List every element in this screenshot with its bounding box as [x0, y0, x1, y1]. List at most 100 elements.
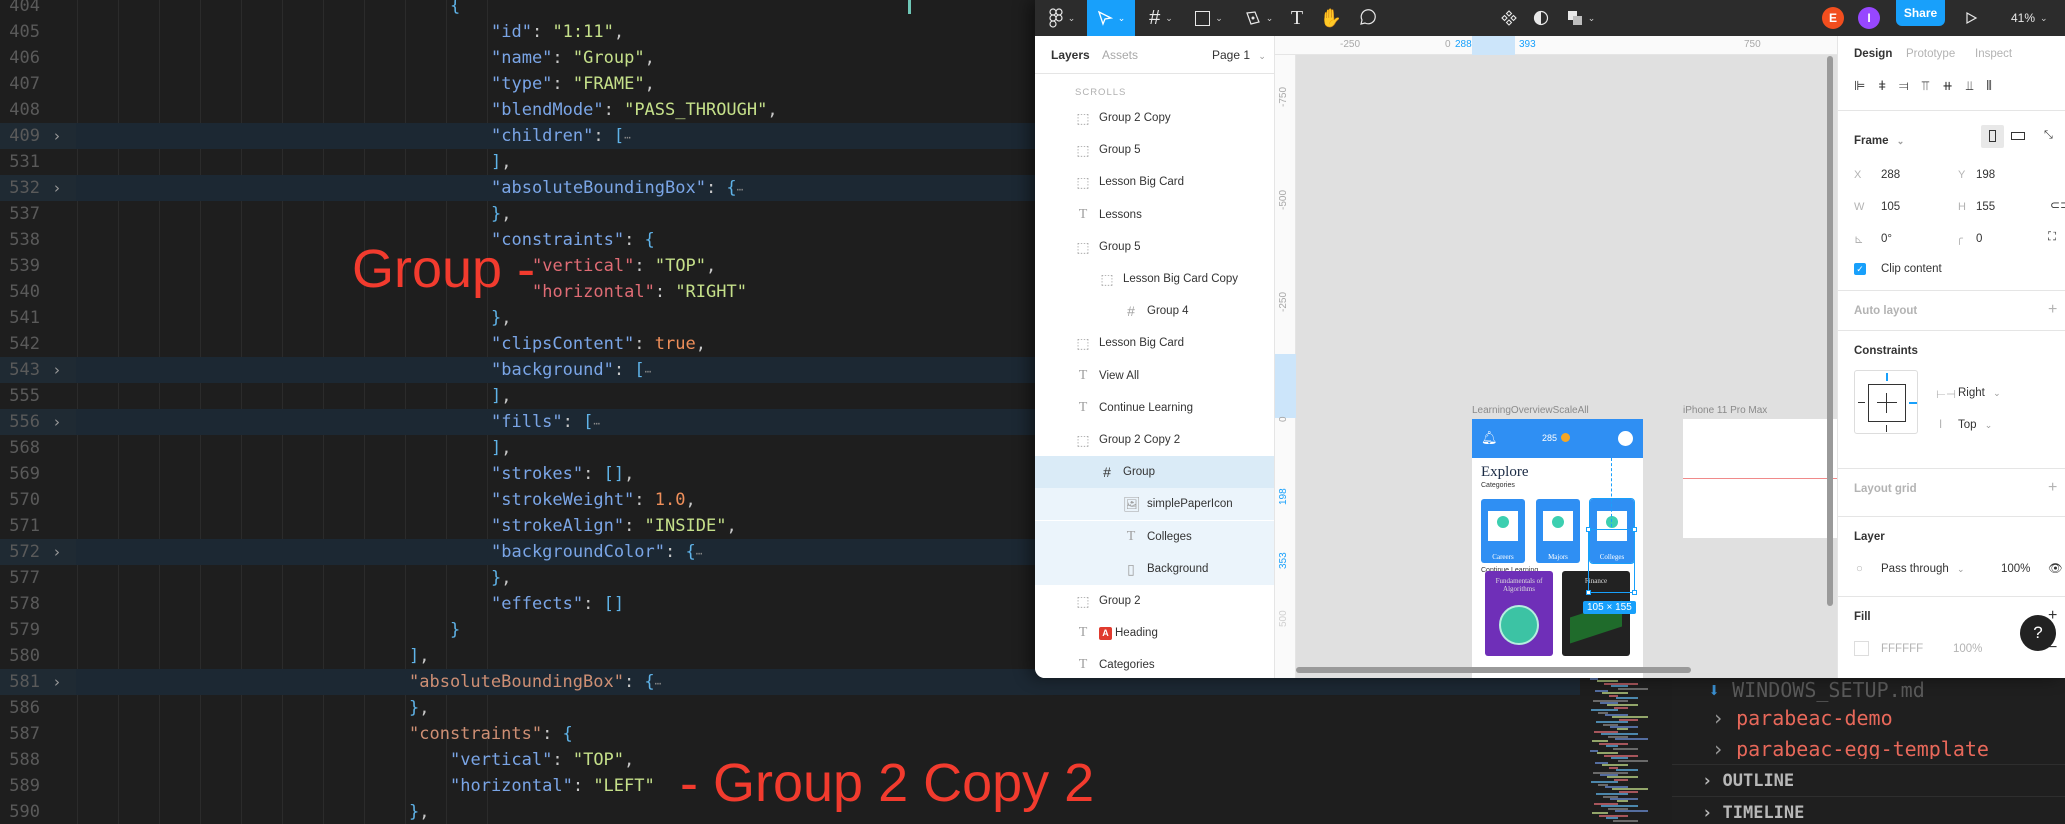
comment-tool-button[interactable] [1351, 0, 1383, 36]
layer-item[interactable]: ⬚ Group 2 Copy 2 [1035, 424, 1274, 456]
layer-item[interactable]: ⬚ Group 2 Copy [1035, 102, 1274, 134]
distribute-icon[interactable]: ⫴ [1986, 78, 1991, 94]
fold-chevron-icon[interactable]: › [54, 669, 60, 695]
layer-item[interactable]: ⬚ Group 5 [1035, 134, 1274, 166]
frame-dropdown[interactable]: Frame ⌄ [1854, 135, 1904, 147]
selection-box[interactable] [1588, 529, 1635, 593]
layer-item[interactable]: T Continue Learning [1035, 392, 1274, 424]
help-button[interactable]: ? [2020, 615, 2056, 651]
tab-inspect[interactable]: Inspect [1975, 48, 2012, 60]
vertical-constraint-dropdown[interactable]: Top ⌄ [1958, 419, 1992, 431]
explorer-folder-parabeac-egg-template[interactable]: › parabeac-egg-template [1712, 737, 1989, 759]
y-input[interactable]: 198 [1976, 169, 1995, 181]
resize-handle[interactable] [1632, 590, 1637, 595]
horizontal-scrollbar[interactable] [1296, 667, 1691, 673]
layer-item[interactable]: T Lessons [1035, 199, 1274, 231]
layer-item[interactable]: # Group 4 [1035, 295, 1274, 327]
layer-opacity-input[interactable]: 100% [2001, 563, 2030, 575]
clip-content-checkbox[interactable]: ✓ [1854, 263, 1866, 275]
align-left-icon[interactable]: ⊫ [1854, 78, 1865, 94]
align-bottom-icon[interactable]: ⫫ [1966, 78, 1973, 94]
timeline-section[interactable]: › TIMELINE [1672, 796, 2065, 824]
frame2-label[interactable]: iPhone 11 Pro Max [1683, 405, 1767, 416]
layer-item[interactable]: 🖼︎ simplePaperIcon [1035, 488, 1274, 521]
avatar-e[interactable]: E [1822, 7, 1844, 29]
fold-chevron-icon[interactable]: › [54, 123, 60, 149]
align-top-icon[interactable]: ⫪ [1922, 78, 1929, 94]
fill-swatch[interactable] [1854, 641, 1869, 656]
layer-item[interactable]: ⬚ Lesson Big Card Copy [1035, 263, 1274, 295]
avatar-i[interactable]: I [1858, 7, 1880, 29]
shape-tool-button[interactable]: ⌄ [1187, 0, 1231, 36]
x-input[interactable]: 288 [1881, 169, 1900, 181]
independent-corners-icon[interactable]: ⛶ [2048, 231, 2056, 244]
align-h-center-icon[interactable]: ǂ [1878, 78, 1886, 94]
fill-opacity-input[interactable]: 100% [1953, 643, 1982, 655]
fill-hex-input[interactable]: FFFFFF [1881, 643, 1923, 655]
align-right-icon[interactable]: ⫤ [1899, 78, 1909, 94]
rotation-input[interactable]: 0° [1881, 233, 1892, 245]
tab-design[interactable]: Design [1854, 48, 1892, 60]
text-tool-button[interactable]: T [1283, 0, 1311, 36]
layer-item[interactable]: ⬚ Lesson Big Card [1035, 166, 1274, 198]
resize-handle[interactable] [1586, 590, 1591, 595]
width-input[interactable]: 105 [1881, 201, 1900, 213]
vertical-scrollbar[interactable] [1827, 56, 1833, 606]
fold-chevron-icon[interactable]: › [54, 175, 60, 201]
share-button[interactable]: Share [1896, 0, 1945, 26]
align-v-center-icon[interactable]: ⧺ [1942, 78, 1953, 94]
landscape-icon[interactable] [2011, 132, 2025, 140]
horizontal-constraint-dropdown[interactable]: Right ⌄ [1958, 387, 2001, 399]
portrait-button[interactable] [1981, 125, 2004, 148]
blend-mode-dropdown[interactable]: Pass through ⌄ [1881, 563, 1965, 575]
tab-layers[interactable]: Layers [1051, 48, 1090, 62]
move-tool-button[interactable]: ⌄ [1087, 0, 1135, 36]
canvas[interactable]: -250 0 288 393 750 -750 -500 -250 0 198 … [1275, 36, 1837, 678]
fold-chevron-icon[interactable]: › [54, 357, 60, 383]
layer-item[interactable]: # Group [1035, 456, 1274, 489]
boolean-groups-button[interactable]: ⌄ [1561, 0, 1601, 36]
explorer-folder-parabeac-demo[interactable]: › parabeac-demo [1712, 706, 1893, 730]
explorer-file[interactable]: ⬇ WINDOWS_SETUP.md [1708, 678, 1925, 702]
star-coin-icon [1561, 433, 1570, 442]
layer-label: Lesson Big Card [1099, 176, 1185, 189]
page-selector[interactable]: Page 1 ⌄ [1212, 48, 1266, 62]
resize-handle[interactable] [1632, 527, 1637, 532]
layer-item[interactable]: T Categories [1035, 649, 1274, 678]
layer-item[interactable]: ⬚ Group 5 [1035, 231, 1274, 263]
iphone-frame[interactable] [1683, 419, 1837, 538]
zoom-dropdown[interactable]: 41% ⌄ [2003, 0, 2065, 36]
outline-section[interactable]: › OUTLINE [1672, 764, 2065, 796]
frame-label[interactable]: LearningOverviewScaleAll [1472, 405, 1589, 416]
resize-handle[interactable] [1586, 527, 1591, 532]
add-auto-layout-button[interactable]: + [2048, 301, 2057, 319]
fold-chevron-icon[interactable]: › [54, 539, 60, 565]
fold-chevron-icon[interactable]: › [54, 409, 60, 435]
eye-icon[interactable]: 👁︎ [2048, 561, 2063, 575]
components-button[interactable] [1493, 0, 1525, 36]
minimap[interactable] [1560, 678, 1670, 824]
mask-button[interactable] [1525, 0, 1557, 36]
tab-prototype[interactable]: Prototype [1906, 48, 1955, 60]
layer-item[interactable]: ▯ Background [1035, 552, 1274, 585]
main-menu-button[interactable]: ⌄ [1035, 0, 1089, 36]
present-button[interactable] [1957, 0, 1985, 36]
layer-item[interactable]: ⬚ Group 2 [1035, 585, 1274, 617]
add-layout-grid-button[interactable]: + [2048, 479, 2057, 497]
layer-item[interactable]: ⬚ Lesson Big Card [1035, 327, 1274, 359]
chevron-down-icon: ⌄ [1165, 12, 1173, 23]
constraints-widget[interactable] [1854, 370, 1918, 434]
layer-item[interactable]: T A Heading [1035, 617, 1274, 649]
tab-assets[interactable]: Assets [1102, 48, 1138, 62]
resize-to-fit-icon[interactable]: ⤡ [2044, 129, 2053, 142]
constrain-proportions-icon[interactable]: ⊂⊃ [2050, 198, 2065, 212]
layer-item[interactable]: T View All [1035, 360, 1274, 392]
layer-item[interactable]: T Colleges [1035, 520, 1274, 553]
hand-tool-button[interactable]: ✋ [1315, 0, 1347, 36]
height-input[interactable]: 155 [1976, 201, 1995, 213]
line-number: 590 [9, 802, 40, 822]
corner-radius-input[interactable]: 0 [1976, 233, 1982, 245]
frame-tool-button[interactable]: # ⌄ [1139, 0, 1183, 36]
minimap-line [1617, 800, 1628, 803]
pen-tool-button[interactable]: ⌄ [1237, 0, 1281, 36]
